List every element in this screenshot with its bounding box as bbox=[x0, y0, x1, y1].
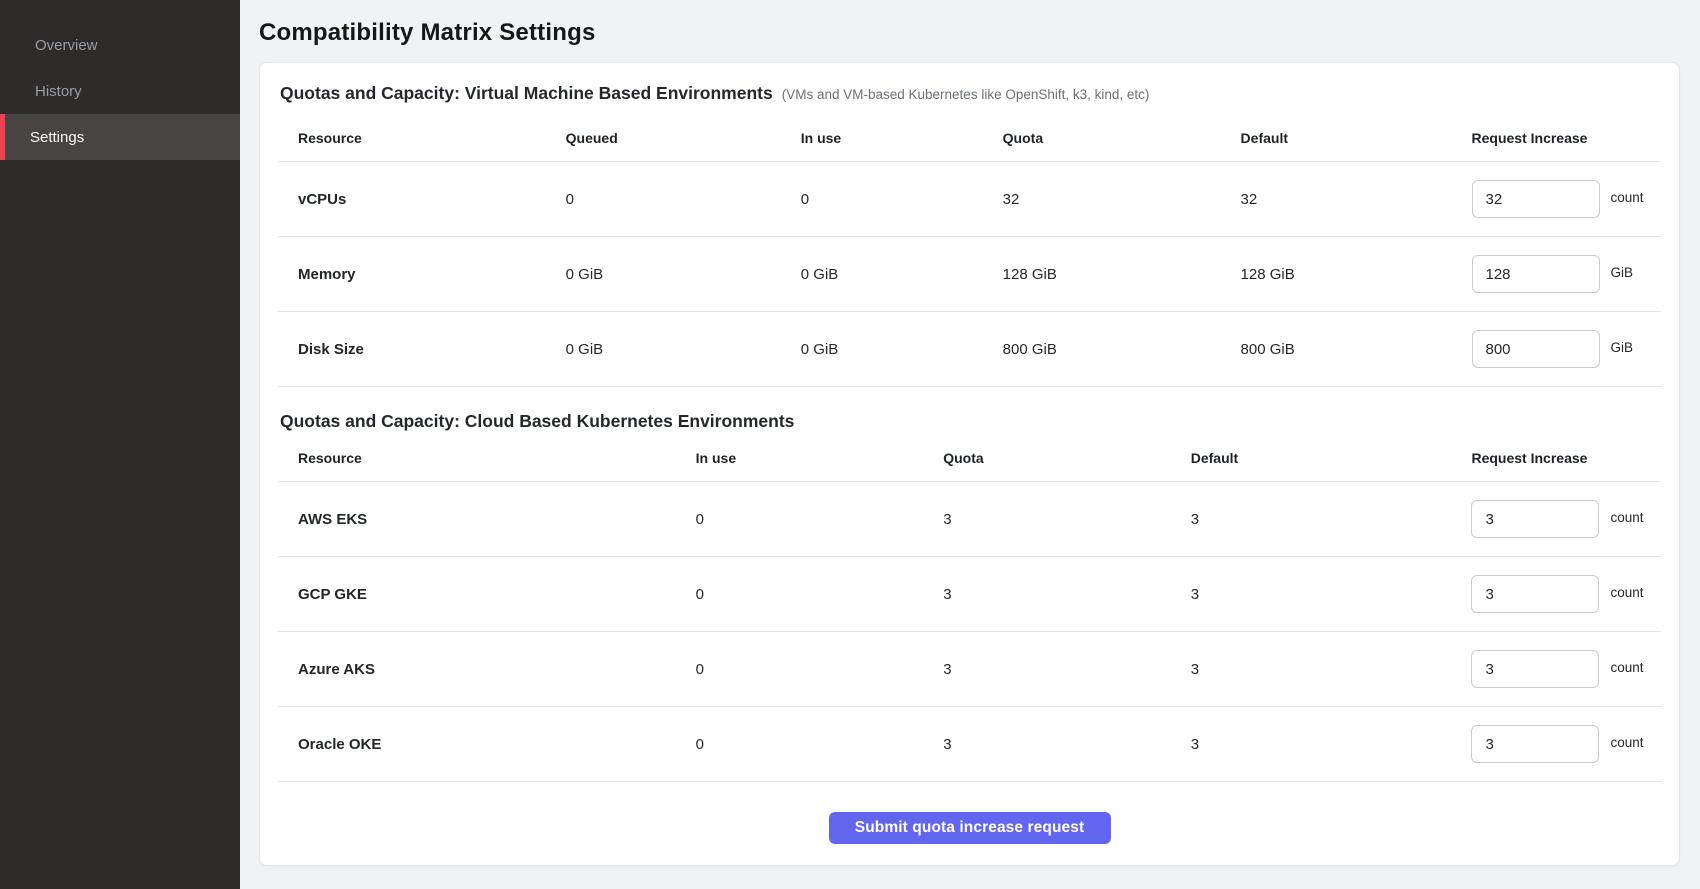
in-use-value: 0 bbox=[696, 707, 944, 782]
resource-name: GCP GKE bbox=[278, 557, 696, 632]
table-row: Memory 0 GiB 0 GiB 128 GiB 128 GiB GiB bbox=[278, 237, 1661, 312]
col-header-in-use: In use bbox=[801, 104, 1003, 162]
resource-name: Disk Size bbox=[278, 312, 566, 387]
quota-value: 3 bbox=[943, 632, 1191, 707]
in-use-value: 0 bbox=[801, 162, 1003, 237]
default-value: 800 GiB bbox=[1241, 312, 1472, 387]
in-use-value: 0 bbox=[696, 557, 944, 632]
in-use-value: 0 GiB bbox=[801, 237, 1003, 312]
sidebar: Overview History Settings bbox=[0, 0, 240, 889]
quota-value: 32 bbox=[1003, 162, 1241, 237]
table-row: AWS EKS 0 3 3 count bbox=[278, 482, 1661, 557]
disk-size-request-input[interactable] bbox=[1472, 330, 1600, 368]
col-header-default: Default bbox=[1241, 104, 1472, 162]
unit-label: GiB bbox=[1611, 265, 1634, 280]
col-header-queued: Queued bbox=[566, 104, 801, 162]
aws-eks-request-input[interactable] bbox=[1471, 500, 1599, 538]
unit-label: count bbox=[1610, 735, 1643, 750]
default-value: 3 bbox=[1191, 557, 1472, 632]
quota-value: 800 GiB bbox=[1003, 312, 1241, 387]
col-header-quota: Quota bbox=[943, 432, 1191, 482]
resource-name: vCPUs bbox=[278, 162, 566, 237]
section-vm-environments: Quotas and Capacity: Virtual Machine Bas… bbox=[278, 83, 1661, 387]
vcpus-request-input[interactable] bbox=[1472, 180, 1600, 218]
quota-value: 3 bbox=[943, 557, 1191, 632]
table-header-row: Resource In use Quota Default Request In… bbox=[278, 432, 1661, 482]
resource-name: Memory bbox=[278, 237, 566, 312]
col-header-default: Default bbox=[1191, 432, 1472, 482]
in-use-value: 0 bbox=[696, 632, 944, 707]
default-value: 3 bbox=[1191, 707, 1472, 782]
col-header-resource: Resource bbox=[278, 432, 696, 482]
cloud-k8s-quota-table: Resource In use Quota Default Request In… bbox=[278, 432, 1661, 782]
gcp-gke-request-input[interactable] bbox=[1471, 575, 1599, 613]
table-row: vCPUs 0 0 32 32 count bbox=[278, 162, 1661, 237]
sidebar-item-overview[interactable]: Overview bbox=[0, 22, 240, 68]
unit-label: count bbox=[1610, 660, 1643, 675]
unit-label: count bbox=[1610, 585, 1643, 600]
table-row: Disk Size 0 GiB 0 GiB 800 GiB 800 GiB Gi… bbox=[278, 312, 1661, 387]
table-row: GCP GKE 0 3 3 count bbox=[278, 557, 1661, 632]
in-use-value: 0 bbox=[696, 482, 944, 557]
default-value: 32 bbox=[1241, 162, 1472, 237]
col-header-resource: Resource bbox=[278, 104, 566, 162]
queued-value: 0 GiB bbox=[566, 237, 801, 312]
main-content: Compatibility Matrix Settings Quotas and… bbox=[240, 0, 1700, 889]
vm-quota-table: Resource Queued In use Quota Default Req… bbox=[278, 104, 1661, 387]
resource-name: Oracle OKE bbox=[278, 707, 696, 782]
unit-label: GiB bbox=[1611, 340, 1634, 355]
col-header-in-use: In use bbox=[696, 432, 944, 482]
queued-value: 0 bbox=[566, 162, 801, 237]
section-title-cloud-k8s: Quotas and Capacity: Cloud Based Kuberne… bbox=[280, 411, 794, 432]
default-value: 3 bbox=[1191, 632, 1472, 707]
oracle-oke-request-input[interactable] bbox=[1471, 725, 1599, 763]
col-header-request-increase: Request Increase bbox=[1472, 104, 1662, 162]
unit-label: count bbox=[1611, 190, 1644, 205]
in-use-value: 0 GiB bbox=[801, 312, 1003, 387]
settings-card: Quotas and Capacity: Virtual Machine Bas… bbox=[259, 62, 1680, 866]
col-header-quota: Quota bbox=[1003, 104, 1241, 162]
section-cloud-k8s-environments: Quotas and Capacity: Cloud Based Kuberne… bbox=[278, 411, 1661, 782]
submit-quota-increase-button[interactable]: Submit quota increase request bbox=[829, 812, 1111, 844]
resource-name: AWS EKS bbox=[278, 482, 696, 557]
quota-value: 3 bbox=[943, 482, 1191, 557]
col-header-request-increase: Request Increase bbox=[1471, 432, 1661, 482]
sidebar-item-settings[interactable]: Settings bbox=[0, 114, 240, 160]
memory-request-input[interactable] bbox=[1472, 255, 1600, 293]
table-row: Azure AKS 0 3 3 count bbox=[278, 632, 1661, 707]
unit-label: count bbox=[1610, 510, 1643, 525]
quota-value: 3 bbox=[943, 707, 1191, 782]
page-title: Compatibility Matrix Settings bbox=[259, 18, 1680, 48]
section-subtitle-vm: (VMs and VM-based Kubernetes like OpenSh… bbox=[782, 87, 1150, 102]
table-header-row: Resource Queued In use Quota Default Req… bbox=[278, 104, 1661, 162]
section-title-vm: Quotas and Capacity: Virtual Machine Bas… bbox=[280, 83, 773, 104]
default-value: 128 GiB bbox=[1241, 237, 1472, 312]
quota-value: 128 GiB bbox=[1003, 237, 1241, 312]
queued-value: 0 GiB bbox=[566, 312, 801, 387]
resource-name: Azure AKS bbox=[278, 632, 696, 707]
sidebar-item-history[interactable]: History bbox=[0, 68, 240, 114]
table-row: Oracle OKE 0 3 3 count bbox=[278, 707, 1661, 782]
azure-aks-request-input[interactable] bbox=[1471, 650, 1599, 688]
default-value: 3 bbox=[1191, 482, 1472, 557]
